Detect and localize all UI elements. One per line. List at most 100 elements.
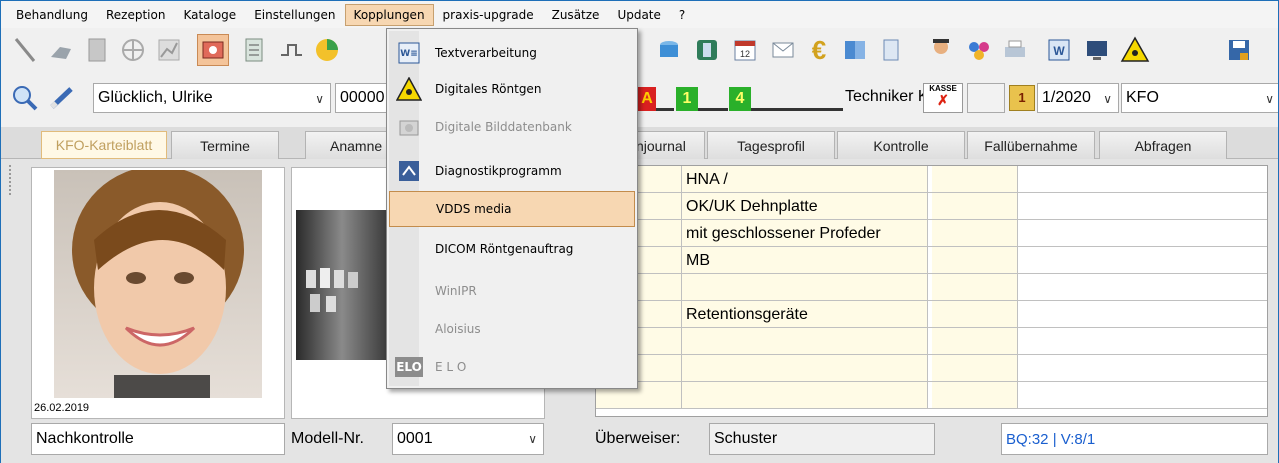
list-document-icon[interactable] (239, 34, 271, 66)
menu-item-aloisius[interactable]: Aloisius (389, 311, 635, 347)
table-row[interactable]: OK/UK Dehnplatte (596, 193, 1267, 220)
table-row[interactable]: 2MB (596, 247, 1267, 274)
monitor-icon[interactable] (1081, 34, 1113, 66)
cup-icon[interactable] (653, 34, 685, 66)
coins-icon[interactable]: 1 (1009, 85, 1035, 111)
menu-kataloge[interactable]: Kataloge (174, 4, 245, 26)
probe-icon[interactable] (9, 34, 41, 66)
radiation-warning-icon[interactable] (1119, 34, 1151, 66)
pie-chart-icon[interactable] (311, 34, 343, 66)
phone-icon[interactable] (691, 34, 723, 66)
main-content: 26.02.2019 2.11HNA / OK/UK Dehnplatte mi… (1, 159, 1278, 463)
menu-item-label: Aloisius (435, 322, 481, 336)
menu-update[interactable]: Update (608, 4, 669, 26)
menu-help[interactable]: ? (670, 4, 694, 26)
chevron-down-icon[interactable]: ∨ (1103, 92, 1112, 106)
menu-rezeption[interactable]: Rezeption (97, 4, 174, 26)
network-icon[interactable] (275, 34, 307, 66)
patient-name-select[interactable]: Glücklich, Ulrike ∨ (93, 83, 331, 113)
menu-zusaetze[interactable]: Zusätze (543, 4, 609, 26)
pen-icon[interactable] (47, 84, 77, 112)
chair-icon[interactable] (45, 34, 77, 66)
menu-item-elo[interactable]: ELO E L O (389, 349, 635, 385)
target-icon[interactable] (117, 34, 149, 66)
tab-termine[interactable]: Termine (171, 131, 279, 159)
calendar-icon[interactable]: 12 (729, 34, 761, 66)
clipboard-icon[interactable] (875, 34, 907, 66)
chevron-down-icon[interactable]: ∨ (315, 92, 324, 106)
menu-bar: Behandlung Rezeption Kataloge Einstellun… (1, 1, 1278, 28)
menu-praxis-upgrade[interactable]: praxis-upgrade (434, 4, 543, 26)
table-row[interactable] (596, 355, 1267, 382)
book-icon[interactable] (839, 34, 871, 66)
menu-item-digitale-bilddatenbank[interactable]: Digitale Bilddatenbank (389, 109, 635, 145)
table-row[interactable] (596, 274, 1267, 301)
save-icon[interactable] (1223, 34, 1255, 66)
blank-button[interactable] (967, 83, 1005, 113)
tab-falluebernahme[interactable]: Fallübernahme (967, 131, 1095, 159)
grid-cell-text: Retentionsgeräte (682, 301, 928, 327)
department-select[interactable]: KFO ∨ (1121, 83, 1278, 113)
modell-select[interactable]: 0001 ∨ (392, 423, 544, 455)
kasse-icon[interactable]: KASSE ✗ (923, 83, 963, 113)
coin-number: 1 (1018, 90, 1026, 105)
photo-date: 26.02.2019 (34, 402, 90, 414)
word-icon: W≡ (389, 41, 429, 65)
grip-handle[interactable] (9, 165, 15, 195)
grid-cell-notes (1018, 220, 1267, 246)
word-icon[interactable]: W (1043, 34, 1075, 66)
printer-icon[interactable] (999, 34, 1031, 66)
menu-item-winipr[interactable]: WinIPR (389, 273, 635, 309)
teacher-icon[interactable] (925, 34, 957, 66)
menu-behandlung[interactable]: Behandlung (7, 4, 97, 26)
menu-item-vdds-media[interactable]: VDDS media (389, 191, 635, 227)
table-row[interactable]: 5Retentionsgeräte (596, 301, 1267, 328)
grid-cell-notes (1018, 247, 1267, 273)
patient-row: Glücklich, Ulrike ∨ 00000 A 1 4 Technike… (1, 80, 1278, 116)
badge-4: 4 (729, 87, 751, 111)
tab-tagesprofil[interactable]: Tagesprofil (707, 131, 835, 159)
grid-cell-extra (932, 355, 1018, 381)
table-row[interactable] (596, 328, 1267, 355)
modell-value: 0001 (397, 430, 433, 447)
table-row[interactable]: mit geschlossener Profeder (596, 220, 1267, 247)
patient-photo[interactable] (54, 170, 262, 398)
x-mark-icon: ✗ (937, 92, 949, 108)
xray-image[interactable] (296, 210, 388, 360)
document-icon[interactable] (81, 34, 113, 66)
quarter-value: 1/2020 (1042, 89, 1091, 106)
menu-item-digitales-roentgen[interactable]: Digitales Röntgen (389, 71, 635, 107)
toolbar: 12 € W (1, 28, 1278, 70)
treatment-grid: 2.11HNA / OK/UK Dehnplatte mit geschloss… (595, 165, 1268, 417)
menu-item-dicom-roentgenauftrag[interactable]: DICOM Röntgenauftrag (389, 231, 635, 267)
menu-kopplungen[interactable]: Kopplungen (344, 3, 434, 26)
tab-journal[interactable]: njournal (633, 131, 705, 159)
euro-icon[interactable]: € (803, 34, 835, 66)
search-icon[interactable] (11, 84, 39, 112)
tab-kfo-karteiblatt[interactable]: KFO-Karteiblatt (41, 131, 167, 159)
patient-number-field[interactable]: 00000 (335, 83, 387, 113)
table-row[interactable] (596, 382, 1267, 409)
menu-item-diagnostikprogramm[interactable]: Diagnostikprogramm (389, 153, 635, 189)
patient-card-icon[interactable] (197, 34, 229, 66)
tab-kontrolle[interactable]: Kontrolle (837, 131, 965, 159)
chevron-down-icon[interactable]: ∨ (1265, 92, 1274, 106)
quarter-select[interactable]: 1/2020 ∨ (1037, 83, 1119, 113)
elo-icon: ELO (389, 357, 429, 377)
menu-einstellungen[interactable]: Einstellungen (245, 4, 344, 26)
chart-icon[interactable] (153, 34, 185, 66)
grid-cell-notes (1018, 274, 1267, 300)
table-row[interactable]: 2.11HNA / (596, 166, 1267, 193)
tab-anamnese[interactable]: Anamne (305, 131, 391, 159)
users-icon[interactable] (963, 34, 995, 66)
modell-label: Modell-Nr. (291, 430, 364, 447)
svg-text:12: 12 (740, 49, 750, 59)
status-field[interactable]: Nachkontrolle (31, 423, 285, 455)
mail-icon[interactable] (767, 34, 799, 66)
menu-item-textverarbeitung[interactable]: W≡ Textverarbeitung (389, 35, 635, 71)
grid-cell-notes (1018, 166, 1267, 192)
ueberweiser-field[interactable]: Schuster (709, 423, 935, 455)
chevron-down-icon[interactable]: ∨ (528, 432, 537, 446)
tab-abfragen[interactable]: Abfragen (1099, 131, 1227, 159)
grid-cell-notes (1018, 301, 1267, 327)
